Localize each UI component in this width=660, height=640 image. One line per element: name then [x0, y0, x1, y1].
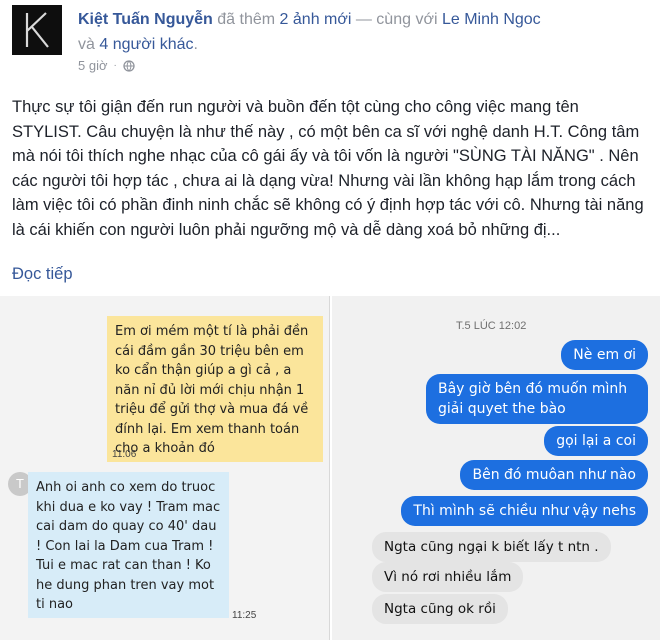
received-message: Ngta cũng ngại k biết lấy t ntn . [372, 532, 611, 562]
sent-message: Nè em ơi [561, 340, 648, 370]
meta-dot: · [113, 60, 117, 71]
with-text: — cùng với [355, 11, 438, 28]
avatar[interactable] [12, 5, 62, 55]
period-text: . [193, 36, 198, 53]
blue-message-text: Anh oi anh co xem do truoc khi dua e ko … [36, 480, 221, 612]
post-time[interactable]: 5 giờ [78, 58, 108, 73]
photos-link[interactable]: 2 ảnh mới [280, 11, 352, 28]
post-headline: Kiệt Tuấn Nguyễn đã thêm 2 ảnh mới — cùn… [78, 7, 648, 57]
chat-date-label: T.5 LÚC 12:02 [456, 320, 527, 332]
post-body: Thực sự tôi giận đến run người và buồn đ… [12, 98, 644, 239]
globe-icon[interactable] [123, 59, 135, 72]
others-link[interactable]: 4 người khác [99, 36, 193, 53]
avatar-logo-icon [12, 5, 62, 55]
blue-message-bubble: Anh oi anh co xem do truoc khi dua e ko … [28, 472, 229, 618]
yellow-message-time: 11:06 [112, 449, 137, 460]
received-message: Vì nó rơi nhiều lắm [372, 562, 524, 592]
photo-right[interactable]: T.5 LÚC 12:02 Nè em ơi Bây giờ bên đó mu… [332, 296, 660, 640]
post-header: Kiệt Tuấn Nguyễn đã thêm 2 ảnh mới — cùn… [12, 5, 652, 81]
post-meta: 5 giờ · [78, 58, 135, 73]
read-more-link[interactable]: Đọc tiếp [12, 265, 73, 284]
sent-message: gọi lại a coi [544, 426, 648, 456]
sent-message: Bây giờ bên đó muốn mình giải quyet the … [426, 374, 648, 424]
received-message: Ngta cũng ok rồi [372, 594, 508, 624]
action-text: đã thêm [217, 11, 276, 28]
yellow-message-text: Em ơi mém một tí là phải đền cái đầm gần… [115, 324, 309, 456]
blue-message-time: 11:25 [232, 610, 257, 621]
photo-left[interactable]: Em ơi mém một tí là phải đền cái đầm gần… [0, 296, 330, 640]
and-text: và [78, 36, 95, 53]
yellow-message-bubble: Em ơi mém một tí là phải đền cái đầm gần… [107, 316, 323, 462]
sent-message: Bên đó muôan như nào [460, 460, 648, 490]
sent-message: Thì mình sẽ chiều như vậy nehs [401, 496, 648, 526]
author-name[interactable]: Kiệt Tuấn Nguyễn [78, 11, 213, 28]
tagged-person-link[interactable]: Le Minh Ngoc [442, 11, 541, 28]
